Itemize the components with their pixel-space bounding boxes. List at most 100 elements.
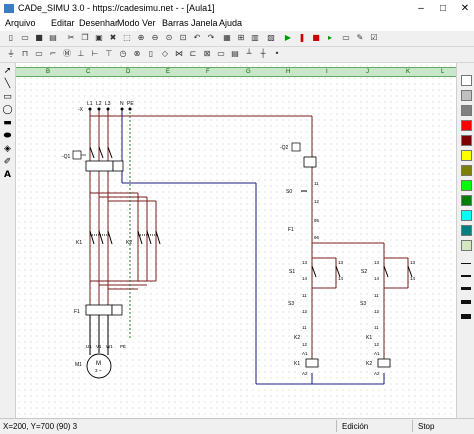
delete-icon[interactable]: ✖ [108, 33, 118, 43]
open-folder-icon[interactable]: ▭ [20, 33, 30, 43]
zoom-page-icon[interactable]: ⊡ [178, 33, 188, 43]
zoom-out-icon[interactable]: ⊖ [150, 33, 160, 43]
minimize-button[interactable]: – [414, 2, 428, 15]
color-swatch[interactable] [461, 120, 472, 131]
color-swatch[interactable] [461, 75, 472, 86]
paste-icon[interactable]: ▣ [94, 33, 104, 43]
menu-modo[interactable]: Modo [117, 18, 140, 28]
phase-label: N [120, 101, 124, 107]
fill-bucket-icon[interactable]: ◈ [2, 144, 13, 155]
menu-ver[interactable]: Ver [142, 18, 156, 28]
line-width-option[interactable] [461, 300, 471, 304]
valve-icon[interactable]: ⊠ [202, 49, 212, 59]
filled-rectangle-icon[interactable]: ▬ [2, 118, 13, 129]
save-icon[interactable]: ■ [34, 33, 44, 43]
properties-icon[interactable]: ▧ [266, 33, 276, 43]
new-file-icon[interactable]: ▯ [6, 33, 16, 43]
cut-icon[interactable]: ✂ [66, 33, 76, 43]
pause-icon[interactable]: ❚ [297, 33, 307, 43]
color-swatch[interactable] [461, 105, 472, 116]
line-width-option[interactable] [461, 263, 471, 264]
terminal-icon[interactable]: ┴ [244, 49, 254, 59]
color-swatch[interactable] [461, 180, 472, 191]
plc-icon[interactable]: ▤ [230, 49, 240, 59]
ellipse-tool-icon[interactable]: ◯ [2, 105, 13, 116]
text-tool-icon[interactable]: A [2, 170, 13, 181]
breaker-icon[interactable]: ⊓ [20, 49, 30, 59]
print-icon[interactable]: ▤ [48, 33, 58, 43]
checkbox-icon[interactable]: ☑ [369, 33, 379, 43]
color-swatch[interactable] [461, 90, 472, 101]
align-icon[interactable]: ▥ [250, 33, 260, 43]
lamp-icon[interactable]: ⊗ [132, 49, 142, 59]
snap-icon[interactable]: ⊞ [236, 33, 246, 43]
close-button[interactable]: ✕ [458, 2, 472, 15]
drawing-canvas[interactable]: B C D E F G H I J K L L1 L2 L3 N PE -X -… [16, 63, 456, 418]
contactor-icon[interactable]: ⊥ [76, 49, 86, 59]
edit-tool-icon[interactable]: ✎ [355, 33, 365, 43]
redo-icon[interactable]: ↷ [206, 33, 216, 43]
cylinder-icon[interactable]: ▭ [216, 49, 226, 59]
color-swatch[interactable] [461, 210, 472, 221]
menu-desenhar[interactable]: Desenhar [79, 18, 118, 28]
undo-icon[interactable]: ↶ [192, 33, 202, 43]
q1-breaker[interactable]: -Q1 [62, 146, 124, 172]
s0-stop-button[interactable]: S0 11 12 [286, 181, 320, 204]
f1-control-contact[interactable]: F1 95 96 [288, 218, 320, 240]
color-swatch[interactable] [461, 165, 472, 176]
grid-icon[interactable]: ▦ [222, 33, 232, 43]
line-tool-icon[interactable]: ╲ [2, 79, 13, 90]
s1-start-button[interactable]: S1 13 14 13 14 [289, 260, 344, 281]
copy-icon[interactable]: ❐ [80, 33, 90, 43]
play-icon[interactable]: ▶ [283, 33, 293, 43]
motor-m1[interactable]: M1 U1 V1 W1 PE M 3 ~ [75, 315, 126, 379]
filled-ellipse-icon[interactable]: ⬬ [2, 131, 13, 142]
menu-arquivo[interactable]: Arquivo [5, 18, 36, 28]
zoom-in-icon[interactable]: ⊕ [136, 33, 146, 43]
pen-icon[interactable]: ✐ [2, 157, 13, 168]
sensor-icon[interactable]: ◇ [160, 49, 170, 59]
connection-icon[interactable]: • [272, 49, 282, 59]
color-swatch[interactable] [461, 150, 472, 161]
s2-start-button[interactable]: S2 13 14 13 14 [361, 260, 416, 281]
line-width-option[interactable] [461, 287, 471, 290]
k1-coil[interactable]: K1 A1 A2 [294, 351, 319, 376]
menu-editar[interactable]: Editar [51, 18, 75, 28]
pushbutton-icon[interactable]: ⊤ [104, 49, 114, 59]
f1-thermal-relay[interactable]: F1 [74, 304, 123, 316]
menu-ajuda[interactable]: Ajuda [219, 18, 242, 28]
fuse-icon[interactable]: ▭ [34, 49, 44, 59]
color-swatch[interactable] [461, 135, 472, 146]
color-swatch[interactable] [461, 240, 472, 251]
pneumatic-icon[interactable]: ⊏ [188, 49, 198, 59]
window-icon[interactable]: ▭ [341, 33, 351, 43]
line-width-option[interactable] [461, 314, 471, 319]
color-swatch[interactable] [461, 195, 472, 206]
zoom-fit-icon[interactable]: ⊙ [164, 33, 174, 43]
q2-breaker[interactable]: -Q2 [280, 142, 317, 168]
k1-power-contacts[interactable]: K1 [76, 230, 113, 246]
menu-barras[interactable]: Barras [162, 18, 189, 28]
color-swatch[interactable] [461, 225, 472, 236]
k2-coil[interactable]: K2 A1 A2 [366, 351, 391, 376]
wire-icon[interactable]: ┼ [258, 49, 268, 59]
maximize-button[interactable]: □ [436, 2, 450, 15]
interlock-contacts[interactable]: K2 K1 11 12 11 12 [294, 325, 380, 347]
menu-bar: Arquivo Editar Desenhar Modo Ver Barras … [0, 17, 474, 31]
line-width-option[interactable] [461, 275, 471, 277]
stop-icon[interactable]: ■ [311, 33, 321, 43]
pointer-icon[interactable]: ➚ [2, 66, 13, 77]
menu-janela[interactable]: Janela [191, 18, 218, 28]
transformer-icon[interactable]: ⋈ [174, 49, 184, 59]
timer-icon[interactable]: ◷ [118, 49, 128, 59]
switch-icon[interactable]: ⌐ [48, 49, 58, 59]
k2-power-contacts[interactable]: K2 [126, 230, 161, 246]
relay-icon[interactable]: ⊢ [90, 49, 100, 59]
select-all-icon[interactable]: ⬚ [122, 33, 132, 43]
power-supply-icon[interactable]: ⏚ [6, 49, 16, 59]
rectangle-tool-icon[interactable]: ▭ [2, 92, 13, 103]
motor-icon[interactable]: Ⓜ [62, 49, 72, 59]
s3-interlock-buttons[interactable]: S3 S3 11 12 11 12 [288, 293, 380, 314]
coil-icon[interactable]: ▯ [146, 49, 156, 59]
step-icon[interactable]: ▸ [325, 33, 335, 43]
